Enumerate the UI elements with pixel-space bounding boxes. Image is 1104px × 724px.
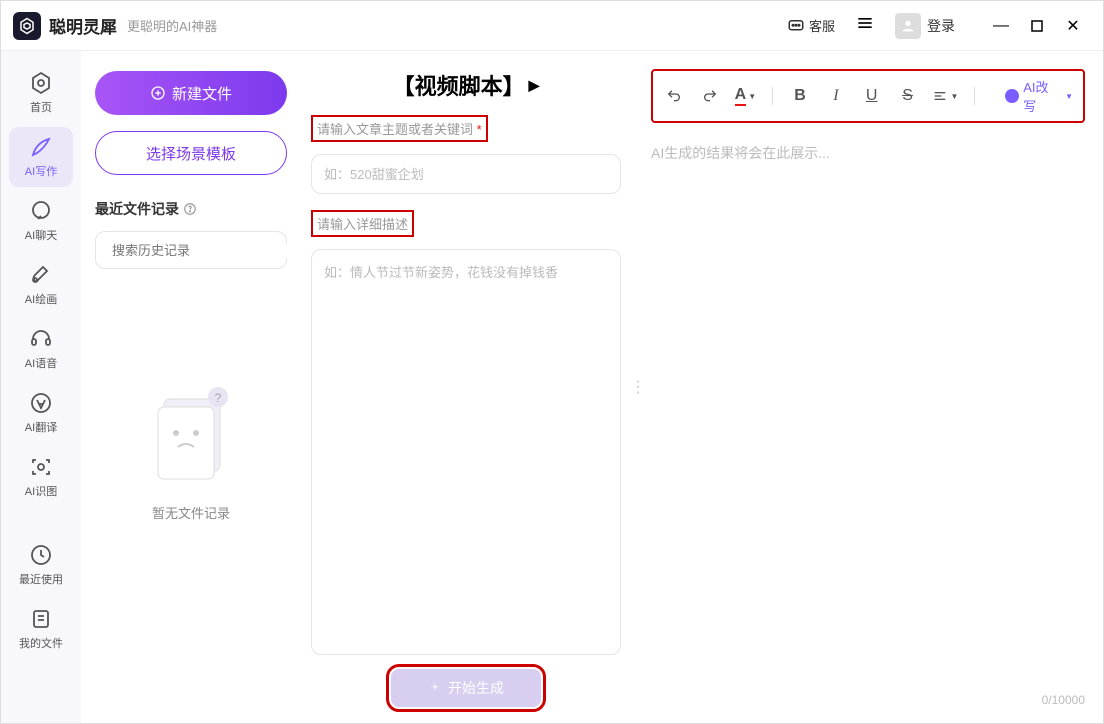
- svg-text:?: ?: [215, 391, 222, 405]
- avatar-placeholder-icon: [895, 13, 921, 39]
- sidebar-item-ai-image-recognition[interactable]: AI识图: [9, 447, 73, 507]
- sidebar: 首页 AI写作 AI聊天 AI绘画 AI语音 AI翻译 AI识图 最: [1, 51, 81, 723]
- center-panel: 【视频脚本】 ▶ 请输入文章主题或者关键词 * 请输入详细描述 开始生成: [301, 51, 631, 723]
- app-subtitle: 更聪明的AI神器: [127, 16, 217, 35]
- sidebar-item-ai-paint[interactable]: AI绘画: [9, 255, 73, 315]
- titlebar: 聪明灵犀 更聪明的AI神器 客服 登录 — ✕: [1, 1, 1103, 51]
- menu-button[interactable]: [849, 7, 881, 44]
- topic-input[interactable]: [311, 154, 621, 194]
- sidebar-item-ai-voice[interactable]: AI语音: [9, 319, 73, 379]
- close-button[interactable]: ✕: [1055, 11, 1091, 41]
- help-icon[interactable]: [183, 202, 197, 216]
- sparkle-icon: [428, 681, 442, 695]
- right-panel: A▼ B I U S ▼ AI改写 ▼ 0/10000: [645, 51, 1103, 723]
- description-textarea[interactable]: [311, 249, 621, 655]
- text-color-button[interactable]: A▼: [735, 85, 756, 107]
- sidebar-item-my-files[interactable]: 我的文件: [9, 599, 73, 659]
- recent-files-heading: 最近文件记录: [95, 199, 287, 219]
- sidebar-item-ai-translate[interactable]: AI翻译: [9, 383, 73, 443]
- search-history-input-wrap[interactable]: [95, 231, 287, 269]
- redo-button[interactable]: [699, 85, 721, 107]
- panel-drag-handle[interactable]: ⋮: [631, 51, 645, 723]
- sidebar-item-recent[interactable]: 最近使用: [9, 535, 73, 595]
- customer-service-button[interactable]: 客服: [779, 12, 843, 39]
- app-title: 聪明灵犀: [49, 13, 117, 38]
- undo-button[interactable]: [663, 85, 685, 107]
- new-file-button[interactable]: 新建文件: [95, 71, 287, 115]
- result-textarea[interactable]: [651, 143, 1085, 687]
- empty-state: ? 暂无文件记录: [95, 379, 287, 522]
- title-dropdown-icon[interactable]: ▶: [529, 77, 540, 94]
- topic-label: 请输入文章主题或者关键词 *: [311, 115, 488, 142]
- sidebar-item-home[interactable]: 首页: [9, 63, 73, 123]
- sidebar-item-ai-writing[interactable]: AI写作: [9, 127, 73, 187]
- underline-button[interactable]: U: [861, 85, 883, 107]
- left-panel: 新建文件 选择场景模板 最近文件记录 ? 暂无文件记录: [81, 51, 301, 723]
- ai-rewrite-icon: [1005, 89, 1019, 103]
- search-history-input[interactable]: [112, 243, 288, 258]
- choose-template-button[interactable]: 选择场景模板: [95, 131, 287, 175]
- ai-rewrite-button[interactable]: AI改写 ▼: [1005, 77, 1073, 115]
- empty-state-icon: ?: [146, 379, 236, 489]
- align-button[interactable]: ▼: [932, 85, 958, 107]
- login-button[interactable]: 登录: [887, 9, 963, 43]
- strikethrough-button[interactable]: S: [897, 85, 919, 107]
- description-label: 请输入详细描述: [311, 210, 414, 237]
- sidebar-item-ai-chat[interactable]: AI聊天: [9, 191, 73, 251]
- maximize-button[interactable]: [1019, 11, 1055, 41]
- page-title: 【视频脚本】 ▶: [311, 69, 621, 101]
- app-logo-icon: [13, 12, 41, 40]
- char-counter: 0/10000: [651, 693, 1085, 707]
- italic-button[interactable]: I: [825, 85, 847, 107]
- empty-state-label: 暂无文件记录: [152, 503, 230, 522]
- minimize-button[interactable]: —: [983, 11, 1019, 41]
- editor-toolbar: A▼ B I U S ▼ AI改写 ▼: [651, 69, 1085, 123]
- generate-button[interactable]: 开始生成: [391, 669, 541, 707]
- bold-button[interactable]: B: [789, 85, 811, 107]
